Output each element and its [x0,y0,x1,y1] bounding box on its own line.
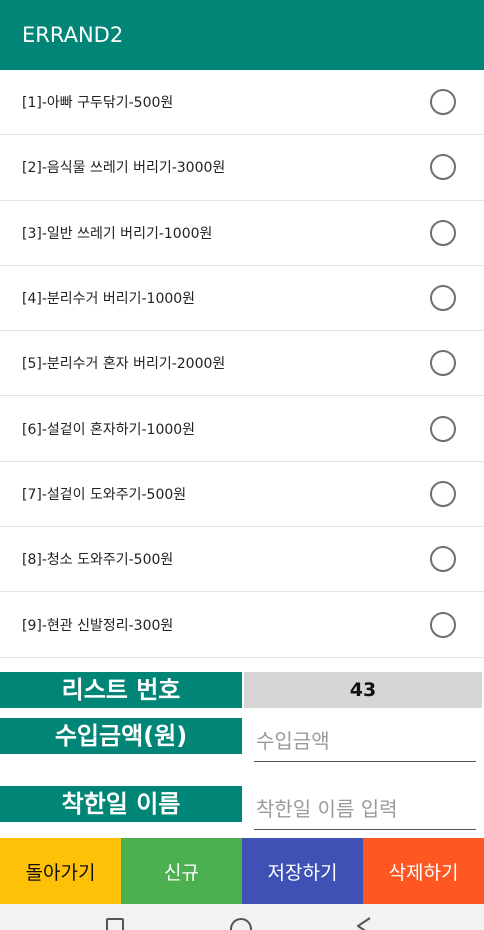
errand-item-9[interactable]: [9]-현관 신발정리-300원 [0,592,484,658]
errand-item-1[interactable]: [1]-아빠 구두닦기-500원 [0,70,484,136]
new-button[interactable]: 신규 [121,838,242,904]
good-deed-input[interactable] [254,790,476,830]
list-number-value: 43 [244,672,482,708]
errand-label: [7]-설겉이 도와주기-500원 [22,486,187,503]
system-nav-bar [0,904,484,930]
back-button[interactable]: 돌아가기 [0,838,121,904]
errand-label: [3]-일반 쓰레기 버리기-1000원 [22,225,213,242]
radio-button[interactable] [430,285,456,312]
errand-item-7[interactable]: [7]-설겉이 도와주기-500원 [0,462,484,528]
circle-icon[interactable] [230,918,252,930]
errand-label: [8]-청소 도와주기-500원 [22,552,174,569]
action-buttons: 돌아가기 신규 저장하기 삭제하기 [0,838,484,904]
errand-item-8[interactable]: [8]-청소 도와주기-500원 [0,527,484,593]
save-button[interactable]: 저장하기 [242,838,363,904]
income-row: 수입금액(원) [0,718,484,764]
errand-screen: ERRAND2 [1]-아빠 구두닦기-500원 [2]-음식물 쓰레기 버리기… [0,0,484,930]
errand-list: [1]-아빠 구두닦기-500원 [2]-음식물 쓰레기 버리기-3000원 [… [0,70,484,658]
errand-label: [4]-분리수거 버리기-1000원 [22,291,196,308]
errand-label: [1]-아빠 구두닦기-500원 [22,95,174,112]
errand-label: [2]-음식물 쓰레기 버리기-3000원 [22,160,226,177]
good-deed-row: 착한일 이름 [0,786,484,832]
errand-label: [5]-분리수거 혼자 버리기-2000원 [22,356,226,373]
triangle-back-icon[interactable] [352,914,376,930]
radio-button[interactable] [430,546,456,573]
errand-item-2[interactable]: [2]-음식물 쓰레기 버리기-3000원 [0,135,484,201]
errand-item-5[interactable]: [5]-분리수거 혼자 버리기-2000원 [0,331,484,397]
radio-button[interactable] [430,350,456,377]
list-number-row: 리스트 번호 43 [0,672,484,708]
square-icon[interactable] [106,918,124,930]
errand-item-4[interactable]: [4]-분리수거 버리기-1000원 [0,266,484,332]
errand-label: [9]-현관 신발정리-300원 [22,617,174,634]
radio-button[interactable] [430,415,456,442]
radio-button[interactable] [430,219,456,246]
app-bar: ERRAND2 [0,0,484,70]
good-deed-label: 착한일 이름 [0,786,242,822]
delete-button[interactable]: 삭제하기 [363,838,484,904]
errand-item-6[interactable]: [6]-설겉이 혼자하기-1000원 [0,396,484,462]
income-input[interactable] [254,722,476,762]
income-label: 수입금액(원) [0,718,242,754]
radio-button[interactable] [430,89,456,116]
errand-label: [6]-설겉이 혼자하기-1000원 [22,421,196,438]
radio-button[interactable] [430,480,456,507]
list-number-label: 리스트 번호 [0,672,242,708]
radio-button[interactable] [430,611,456,638]
radio-button[interactable] [430,154,456,181]
app-title: ERRAND2 [22,23,124,47]
errand-item-3[interactable]: [3]-일반 쓰레기 버리기-1000원 [0,201,484,266]
